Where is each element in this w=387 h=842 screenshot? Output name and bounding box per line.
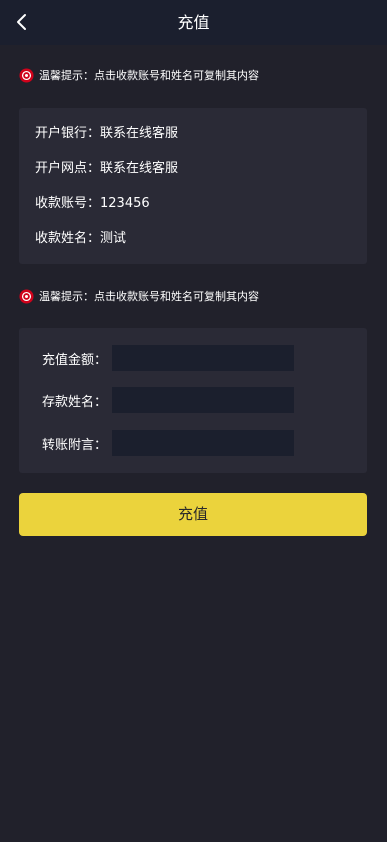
notice-text: 温馨提示：点击收款账号和姓名可复制其内容	[39, 69, 259, 82]
notice-top: 温馨提示：点击收款账号和姓名可复制其内容	[19, 67, 259, 83]
remark-input[interactable]	[112, 430, 294, 456]
recharge-submit-button[interactable]: 充值	[19, 493, 367, 536]
account-name-row[interactable]: 收款姓名：测试	[35, 229, 126, 249]
bank-name-row[interactable]: 开户银行：联系在线客服	[35, 124, 178, 144]
notice-bottom: 温馨提示：点击收款账号和姓名可复制其内容	[19, 288, 259, 304]
remark-row: 转账附言：	[42, 430, 294, 456]
deposit-form-card: 充值金额： 存款姓名： 转账附言：	[19, 328, 367, 473]
bank-name-value: 联系在线客服	[100, 126, 179, 141]
warning-badge-icon	[19, 288, 34, 304]
page-title: 充值	[177, 13, 210, 32]
account-name-label: 收款姓名：	[35, 231, 101, 246]
account-number-label: 收款账号：	[35, 196, 101, 211]
depositor-label: 存款姓名：	[42, 394, 108, 410]
top-bar: 充值	[0, 0, 387, 45]
recharge-page: 充值 温馨提示：点击收款账号和姓名可复制其内容 开户银行：联系在线客服 开户网点…	[0, 0, 387, 842]
amount-row: 充值金额：	[42, 345, 294, 371]
bank-info-card: 开户银行：联系在线客服 开户网点：联系在线客服 收款账号：123456 收款姓名…	[19, 108, 367, 264]
bank-branch-label: 开户网点：	[35, 161, 101, 176]
depositor-name-input[interactable]	[112, 387, 294, 413]
amount-input[interactable]	[112, 345, 294, 371]
remark-label: 转账附言：	[42, 437, 108, 453]
account-name-value: 测试	[100, 231, 127, 246]
depositor-row: 存款姓名：	[42, 387, 294, 413]
account-number-value: 123456	[100, 196, 150, 211]
account-number-row[interactable]: 收款账号：123456	[35, 194, 150, 214]
notice-text: 温馨提示：点击收款账号和姓名可复制其内容	[39, 290, 259, 303]
warning-badge-icon	[19, 67, 34, 83]
bank-branch-row[interactable]: 开户网点：联系在线客服	[35, 159, 178, 179]
amount-label: 充值金额：	[42, 352, 108, 368]
bank-name-label: 开户银行：	[35, 126, 101, 141]
bank-branch-value: 联系在线客服	[100, 161, 179, 176]
